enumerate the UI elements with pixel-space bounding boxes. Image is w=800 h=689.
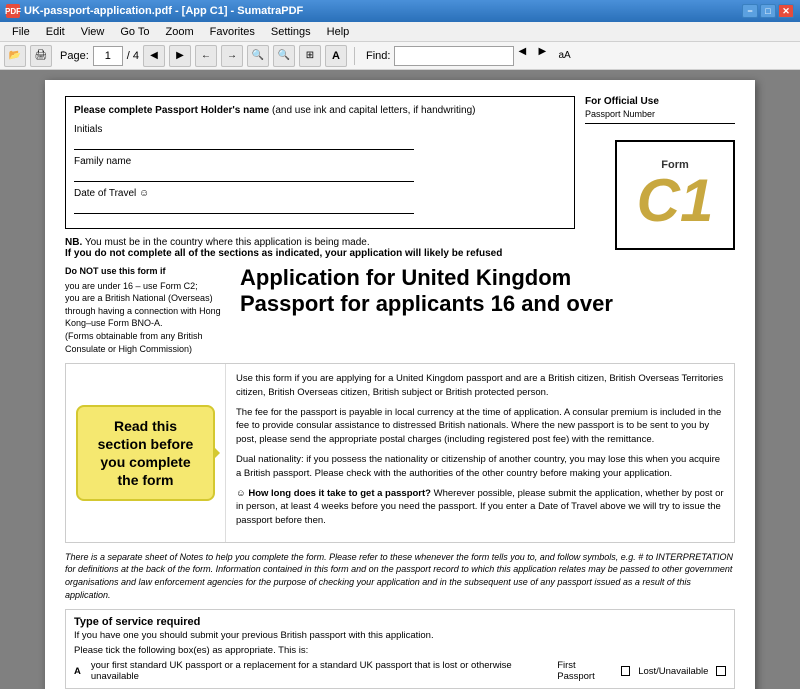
- donot-box: Do NOT use this form if you are under 16…: [65, 265, 230, 355]
- info-para4: ☺ How long does it take to get a passpor…: [236, 487, 724, 528]
- window-title: UK-passport-application.pdf - [App C1] -…: [24, 5, 303, 17]
- initials-line: [74, 136, 414, 150]
- first-passport-label: First Passport: [557, 660, 612, 682]
- open-button[interactable]: 📂: [4, 45, 26, 67]
- official-use-title: For Official Use: [585, 96, 735, 107]
- window-controls: − □ ✕: [742, 4, 794, 18]
- family-name-line: [74, 168, 414, 182]
- callout-text: Read this section before you complete th…: [98, 418, 194, 489]
- menu-favorites[interactable]: Favorites: [202, 24, 263, 40]
- service-title: Type of service required: [74, 616, 726, 628]
- service-section: Type of service required If you have one…: [65, 609, 735, 689]
- family-name-label: Family name: [74, 156, 566, 167]
- form-c1-logo: Form C1: [615, 140, 735, 250]
- page-label: Page:: [60, 50, 89, 62]
- info-text: Use this form if you are applying for a …: [226, 364, 734, 542]
- maximize-button[interactable]: □: [760, 4, 776, 18]
- nb-text2: If you do not complete all of the sectio…: [65, 248, 502, 259]
- passport-number-line: [585, 123, 735, 124]
- service-question: Please tick the following box(es) as app…: [74, 645, 726, 656]
- find-prev-button[interactable]: ◀: [518, 46, 534, 66]
- info-para2: The fee for the passport is payable in l…: [236, 406, 724, 447]
- first-passport-checkbox[interactable]: [621, 666, 631, 676]
- menu-settings[interactable]: Settings: [263, 24, 319, 40]
- donot-title-row: Do NOT use this form if you are under 16…: [65, 265, 735, 355]
- info-para4-bold: How long does it take to get a passport?: [248, 488, 431, 499]
- document-area[interactable]: For Official Use Passport Number Form C1…: [0, 70, 800, 689]
- close-button[interactable]: ✕: [778, 4, 794, 18]
- find-options-button[interactable]: aA: [558, 50, 570, 61]
- nb-section: NB. You must be in the country where thi…: [65, 237, 575, 259]
- lost-checkbox[interactable]: [716, 666, 726, 676]
- menu-file[interactable]: File: [4, 24, 38, 40]
- menu-view[interactable]: View: [73, 24, 113, 40]
- back-button[interactable]: ←: [195, 45, 217, 67]
- nb-label: NB.: [65, 237, 82, 248]
- callout-area: Read this section before you complete th…: [66, 364, 226, 542]
- big-title-text: Application for United Kingdom Passport …: [240, 265, 735, 318]
- initials-field: Initials: [74, 124, 566, 150]
- travel-date-label: Date of Travel ☺: [74, 188, 566, 199]
- fit-button[interactable]: ⊞: [299, 45, 321, 67]
- callout-shape: Read this section before you complete th…: [76, 405, 215, 502]
- family-name-field: Family name: [74, 156, 566, 182]
- zoom-out-button[interactable]: 🔍: [247, 45, 269, 67]
- donot-text: you are under 16 – use Form C2;you are a…: [65, 280, 230, 356]
- nb-text1: You must be in the country where this ap…: [85, 237, 370, 248]
- passport-options: First Passport Lost/Unavailable: [557, 660, 726, 682]
- next-page-button[interactable]: ▶: [169, 45, 191, 67]
- form-code: C1: [637, 171, 714, 231]
- info-para1: Use this form if you are applying for a …: [236, 372, 724, 400]
- official-use-section: For Official Use Passport Number: [585, 96, 735, 124]
- main-area: For Official Use Passport Number Form C1…: [0, 70, 800, 689]
- separator: [354, 47, 355, 65]
- complete-instruction: Please complete Passport Holder's name (…: [74, 105, 566, 116]
- big-title: Application for United Kingdom Passport …: [240, 265, 735, 355]
- pdf-page: For Official Use Passport Number Form C1…: [45, 80, 755, 689]
- title-bar: PDF UK-passport-application.pdf - [App C…: [0, 0, 800, 22]
- donot-title: Do NOT use this form if: [65, 265, 230, 278]
- print-button[interactable]: 🖨: [30, 45, 52, 67]
- menu-zoom[interactable]: Zoom: [158, 24, 202, 40]
- initials-label: Initials: [74, 124, 566, 135]
- info-para3: Dual nationality: if you possess the nat…: [236, 453, 724, 481]
- lost-label: Lost/Unavailable: [638, 666, 708, 677]
- passport-number-label: Passport Number: [585, 109, 735, 119]
- bottom-info: There is a separate sheet of Notes to he…: [65, 551, 735, 601]
- passport-row-letter: A: [74, 666, 81, 677]
- page-total: / 4: [127, 50, 139, 62]
- prev-page-button[interactable]: ◀: [143, 45, 165, 67]
- forward-button[interactable]: →: [221, 45, 243, 67]
- top-form-box: Please complete Passport Holder's name (…: [65, 96, 575, 229]
- minimize-button[interactable]: −: [742, 4, 758, 18]
- zoom-in-button[interactable]: 🔍: [273, 45, 295, 67]
- travel-date-field: Date of Travel ☺: [74, 188, 566, 214]
- passport-row-text: your first standard UK passport or a rep…: [91, 660, 551, 682]
- find-input[interactable]: [394, 46, 514, 66]
- find-label: Find:: [366, 50, 390, 62]
- bottom-text: There is a separate sheet of Notes to he…: [65, 552, 733, 600]
- menu-bar: File Edit View Go To Zoom Favorites Sett…: [0, 22, 800, 42]
- menu-edit[interactable]: Edit: [38, 24, 73, 40]
- menu-goto[interactable]: Go To: [112, 24, 157, 40]
- travel-date-line: [74, 200, 414, 214]
- service-subtitle: If you have one you should submit your p…: [74, 630, 726, 641]
- info-section: Read this section before you complete th…: [65, 363, 735, 543]
- menu-help[interactable]: Help: [319, 24, 358, 40]
- reflow-button[interactable]: A: [325, 45, 347, 67]
- toolbar: 📂 🖨 Page: / 4 ◀ ▶ ← → 🔍 🔍 ⊞ A Find: ◀ ▶ …: [0, 42, 800, 70]
- passport-row: A your first standard UK passport or a r…: [74, 660, 726, 682]
- find-next-button[interactable]: ▶: [538, 46, 554, 66]
- page-input[interactable]: [93, 46, 123, 66]
- app-icon: PDF: [6, 4, 20, 18]
